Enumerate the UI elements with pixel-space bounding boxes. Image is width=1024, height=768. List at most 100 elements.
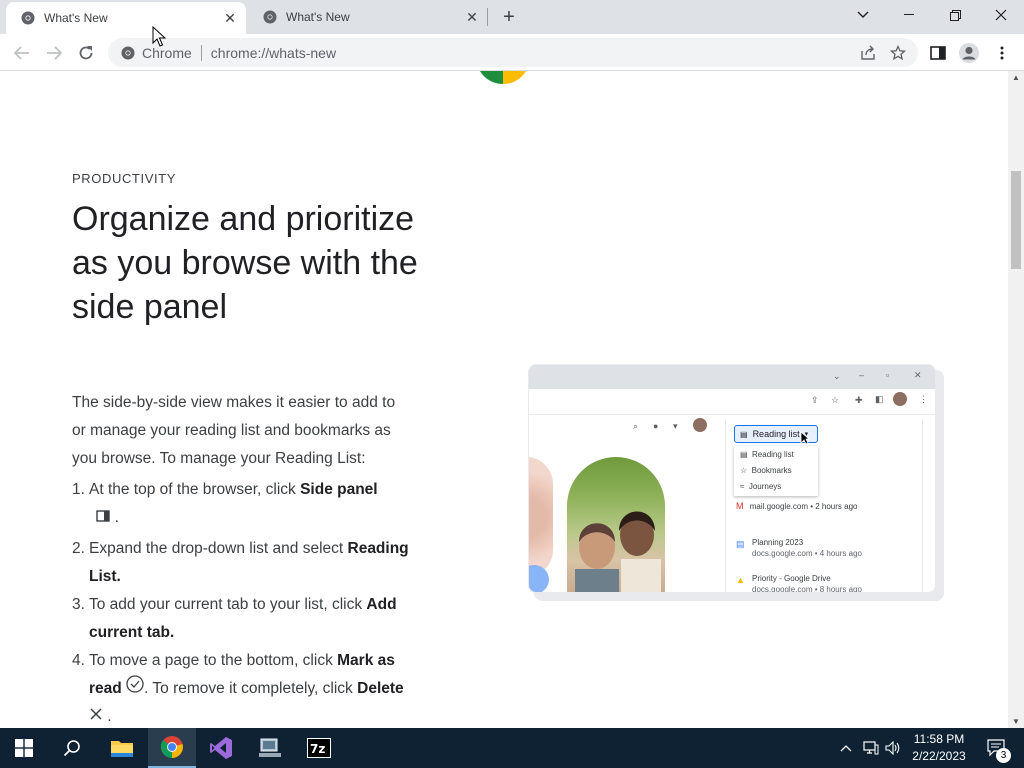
illus-search-icon: ⌕ xyxy=(633,421,639,431)
clock-date: 2/22/2023 xyxy=(912,749,966,763)
url-text[interactable]: chrome://whats-new xyxy=(211,45,336,61)
visual-studio-icon xyxy=(210,737,232,759)
step-item: 1. At the top of the browser, click Side… xyxy=(72,476,412,532)
taskbar-visual-studio[interactable] xyxy=(197,728,245,768)
illus-more-icon: ⋮ xyxy=(919,394,928,404)
taskbar-network-app[interactable] xyxy=(246,728,294,768)
illus-list-icon: ▤ xyxy=(740,429,748,439)
svg-text:7z: 7z xyxy=(310,742,325,756)
side-panel-icon xyxy=(96,504,111,532)
scrollbar-thumb[interactable] xyxy=(1011,171,1021,269)
step-item: 4. To move a page to the bottom, click M… xyxy=(72,647,412,728)
illus-menu-item: ▤ Reading list xyxy=(740,449,794,459)
share-icon[interactable] xyxy=(860,45,876,61)
omnibox-separator xyxy=(200,44,202,61)
illus-docs-icon: ▤ xyxy=(736,539,745,549)
taskbar-chrome[interactable] xyxy=(148,728,196,768)
more-menu-icon[interactable] xyxy=(988,39,1016,67)
step-item: 3. To add your current tab to your list,… xyxy=(72,596,397,642)
notification-count-badge: 3 xyxy=(996,748,1011,763)
tab-search-chevron-icon[interactable] xyxy=(840,0,886,30)
address-bar[interactable]: Chrome chrome://whats-new xyxy=(108,38,918,67)
folder-icon xyxy=(111,741,133,757)
back-button[interactable] xyxy=(8,39,36,67)
tab-separator xyxy=(487,8,488,26)
illus-cart-icon: ▾ xyxy=(673,421,678,431)
illus-decorative-blob xyxy=(529,457,553,577)
tab-close-icon[interactable]: ✕ xyxy=(220,8,240,28)
illus-drive-icon: ▲ xyxy=(736,575,745,585)
chrome-logo-icon xyxy=(480,71,526,84)
illus-avatar-icon xyxy=(693,418,707,432)
check-circle-icon xyxy=(126,675,144,703)
tab-whats-new-active[interactable]: What's New ✕ xyxy=(6,2,246,34)
7zip-icon: 7z xyxy=(307,738,331,758)
intro-paragraph: The side-by-side view makes it easier to… xyxy=(72,394,396,467)
illustration-titlebar: ⌄ – ▫ ✕ xyxy=(529,365,935,389)
search-icon xyxy=(63,740,80,757)
chrome-icon xyxy=(160,736,183,758)
chrome-favicon-icon xyxy=(262,9,278,25)
taskbar-7zip[interactable]: 7z xyxy=(295,728,343,768)
illus-sidepanel-icon: ◧ xyxy=(875,394,884,404)
illus-decorative-shape xyxy=(529,565,549,592)
volume-icon[interactable] xyxy=(883,728,903,768)
forward-button[interactable] xyxy=(40,39,68,67)
illus-reading-item: M mail.google.com • 2 hours ago xyxy=(736,501,858,511)
delete-x-icon xyxy=(89,703,103,728)
scroll-down-arrow-icon[interactable]: ▼ xyxy=(1012,717,1020,726)
show-hidden-icons-chevron-icon[interactable] xyxy=(836,728,856,768)
illus-avatar-icon xyxy=(893,392,907,406)
page-scrollbar[interactable]: ▲ ▼ xyxy=(1008,71,1024,728)
action-center-button[interactable]: 3 xyxy=(980,728,1014,768)
tab-title: What's New xyxy=(286,10,350,24)
illus-menu-item: ≈ Journeys xyxy=(740,481,782,491)
minimize-button[interactable] xyxy=(886,0,932,30)
scroll-up-arrow-icon[interactable]: ▲ xyxy=(1012,73,1020,82)
bookmark-star-icon[interactable] xyxy=(890,44,906,61)
close-window-button[interactable] xyxy=(978,0,1024,30)
illus-cursor-icon xyxy=(800,431,810,445)
illus-menu-item: ☆ Bookmarks xyxy=(740,465,792,475)
page-content: PRODUCTIVITY Organize and prioritize as … xyxy=(0,71,1008,728)
steps-list: 1. At the top of the browser, click Side… xyxy=(72,476,412,728)
illus-share-icon: ⇪ xyxy=(811,395,819,405)
illus-extension-icon: ✚ xyxy=(855,395,863,405)
reload-button[interactable] xyxy=(72,39,100,67)
illus-dropdown-menu: ▤ Reading list ☆ Bookmarks ≈ Journeys xyxy=(734,446,818,496)
windows-taskbar: 7z 11:58 PM 2/22/2023 3 xyxy=(0,728,1024,768)
illus-reading-item: ▲ Priority - Google Drive docs.google.co… xyxy=(736,574,862,593)
page-headline: Organize and prioritize as you browse wi… xyxy=(72,200,418,326)
illus-star-icon: ☆ xyxy=(831,395,840,405)
new-tab-button[interactable]: + xyxy=(497,5,521,29)
restore-button[interactable] xyxy=(932,0,978,30)
profile-avatar-icon[interactable] xyxy=(955,39,983,67)
taskbar-clock[interactable]: 11:58 PM 2/22/2023 xyxy=(904,731,974,765)
network-icon[interactable] xyxy=(860,728,882,768)
illus-restore-icon: ▫ xyxy=(886,370,890,380)
clock-time: 11:58 PM xyxy=(913,732,965,746)
side-panel-illustration: ⌄ – ▫ ✕ ⇪ ☆ ✚ ◧ ⋮ ⌕ ● ▾ ▤ Reading list ▾… xyxy=(528,364,944,601)
illus-minimize-icon: – xyxy=(859,370,865,380)
illus-side-panel: ▤ Reading list ▾ ▤ Reading list ☆ Bookma… xyxy=(725,419,923,593)
illus-chevron-icon: ⌄ xyxy=(833,371,841,381)
start-button[interactable] xyxy=(0,728,48,768)
chrome-icon xyxy=(120,45,136,61)
illus-close-icon: ✕ xyxy=(914,370,922,380)
chrome-favicon-icon xyxy=(20,10,36,26)
tab-close-icon[interactable]: ✕ xyxy=(462,7,482,27)
side-panel-button[interactable] xyxy=(924,39,952,67)
illustration-toolbar: ⇪ ☆ ✚ ◧ ⋮ xyxy=(529,389,935,415)
search-button[interactable] xyxy=(48,728,96,768)
site-chip: Chrome xyxy=(142,44,192,61)
step-item: 2. Expand the drop-down list and select … xyxy=(72,540,409,586)
tab-title: What's New xyxy=(44,11,108,25)
illus-dropdown-label: Reading list xyxy=(752,429,800,439)
taskbar-file-explorer[interactable] xyxy=(98,728,146,768)
computer-network-icon xyxy=(259,738,281,757)
illus-photo-children xyxy=(567,457,665,592)
illus-reading-item: ▤ Planning 2023 docs.google.com • 4 hour… xyxy=(736,538,862,558)
windows-logo-icon xyxy=(15,739,33,757)
tab-whats-new[interactable]: What's New ✕ xyxy=(248,0,488,34)
illus-help-icon: ● xyxy=(653,421,659,431)
